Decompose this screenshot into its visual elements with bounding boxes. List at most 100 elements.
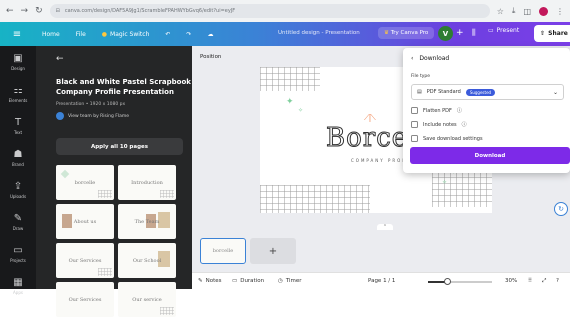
download-panel-title: Download [419, 55, 450, 62]
back-arrow-icon[interactable]: ← [56, 54, 64, 64]
back-arrow-icon[interactable]: ← [6, 6, 14, 16]
rail-label: Brand [12, 162, 24, 167]
canvas-subtitle-text[interactable]: COMPANY PROF [351, 158, 407, 163]
reload-icon[interactable]: ↻ [35, 6, 43, 16]
hamburger-menu-icon[interactable]: ≡ [0, 29, 34, 40]
thumbnail-label: Our Services [68, 296, 102, 303]
share-label: Share [548, 30, 568, 37]
notes-button[interactable]: ✎ Notes [198, 278, 222, 284]
template-thumbnail[interactable]: borcelle [56, 165, 114, 200]
profile-avatar[interactable] [539, 6, 548, 16]
redo-icon: ↷ [186, 30, 192, 38]
insights-chart-icon[interactable]: ⫼ [472, 28, 476, 38]
rail-item-projects[interactable]: ▭ Projects [0, 238, 36, 270]
template-thumbnail[interactable]: Our School [118, 243, 176, 278]
duration-button[interactable]: ▭ Duration [232, 278, 264, 284]
try-canva-pro-button[interactable]: ♛ Try Canva Pro [378, 27, 435, 39]
template-thumbnail[interactable]: Our Services [56, 282, 114, 317]
add-collaborator-icon[interactable]: + [456, 28, 464, 38]
zoom-level[interactable]: 30% [505, 278, 517, 284]
grid-decoration [260, 185, 370, 213]
more-menu-icon[interactable]: ⋮ [556, 7, 564, 16]
template-meta: Presentation • 1920 x 1080 px [56, 102, 126, 107]
rail-item-design[interactable]: ▣ Design [0, 46, 36, 78]
template-thumbnail[interactable]: Our Services [56, 243, 114, 278]
rail-item-text[interactable]: T Text [0, 110, 36, 142]
notes-icon: ✎ [198, 278, 203, 284]
file-type-select[interactable]: ▤ PDF Standard Suggested ⌄ [411, 84, 564, 100]
site-info-icon[interactable]: ⊟ [56, 8, 60, 14]
thumbnail-label: Introduction [131, 179, 163, 186]
bookmark-star-icon[interactable]: ☆ [497, 7, 504, 16]
rail-item-elements[interactable]: ⚏ Elements [0, 78, 36, 110]
help-icon[interactable]: ? [556, 278, 559, 284]
position-button[interactable]: Position [200, 54, 221, 60]
include-notes-checkbox[interactable]: Include notes ⓘ [411, 121, 467, 128]
file-menu-button[interactable]: File [68, 31, 94, 38]
rail-item-uploads[interactable]: ⇪ Uploads [0, 174, 36, 206]
magic-refresh-icon[interactable]: ↻ [554, 202, 568, 216]
apply-all-pages-button[interactable]: Apply all 10 pages [56, 138, 183, 155]
redo-button[interactable]: ↷ [178, 31, 199, 38]
expand-pages-handle[interactable]: ⌃ [377, 224, 393, 230]
template-thumbnail[interactable]: The Team [118, 204, 176, 239]
user-avatar[interactable]: V [438, 26, 453, 41]
thumbnail-label: Our service [132, 296, 162, 303]
browser-toolbar: ← → ↻ ⊟ canva.com/design/DAF5A9Jg1/Scram… [0, 0, 570, 22]
thumbnail-label: About us [73, 218, 97, 225]
apps-icon: ▦ [13, 277, 23, 288]
flatten-pdf-checkbox[interactable]: Flatten PDF ⓘ [411, 107, 462, 114]
text-icon: T [14, 117, 22, 128]
address-bar[interactable]: ⊟ canva.com/design/DAF5A9Jg1/ScrambleFPA… [49, 4, 490, 18]
info-icon[interactable]: ⓘ [457, 107, 462, 114]
page-indicator[interactable]: Page 1 / 1 [368, 278, 395, 284]
present-button[interactable]: ▭ Present [488, 27, 519, 34]
checkbox-label: Include notes [423, 121, 457, 128]
page-thumbnail[interactable]: borcelle [200, 238, 246, 264]
template-thumbnail[interactable]: Introduction [118, 165, 176, 200]
add-page-button[interactable]: + [250, 238, 296, 264]
template-thumbnail[interactable]: About us [56, 204, 114, 239]
download-back-button[interactable]: ‹ Download [411, 55, 449, 62]
info-icon[interactable]: ⓘ [462, 121, 467, 128]
document-title[interactable]: Untitled design - Presentation [278, 30, 360, 36]
undo-icon: ↶ [165, 30, 171, 38]
pdf-file-icon: ▤ [417, 89, 422, 95]
template-team-link[interactable]: View team by Rising Flame [56, 112, 129, 120]
grid-view-icon[interactable]: ⠿ [528, 278, 532, 284]
zoom-slider-knob[interactable] [444, 278, 452, 285]
crown-icon: ♛ [384, 30, 389, 36]
download-button[interactable]: Download [410, 147, 570, 164]
rail-item-apps[interactable]: ▦ Apps [0, 270, 36, 302]
checkbox-box[interactable] [411, 121, 418, 128]
magic-switch-label: Magic Switch [110, 30, 150, 38]
window-icon[interactable]: ◫ [523, 7, 531, 16]
canvas-title-text[interactable]: Borce [325, 123, 408, 154]
checkbox-box[interactable] [411, 135, 418, 142]
forward-arrow-icon[interactable]: → [21, 6, 29, 16]
save-settings-checkbox[interactable]: Save download settings [411, 135, 483, 142]
download-icon[interactable]: ⤓ [512, 6, 516, 16]
home-button[interactable]: Home [34, 31, 68, 38]
zoom-slider[interactable] [428, 278, 492, 285]
rail-label: Projects [10, 258, 26, 263]
undo-button[interactable]: ↶ [157, 31, 178, 38]
editor-topbar: ≡ Home File ● Magic Switch ↶ ↷ ☁ Untitle… [0, 22, 570, 46]
share-button[interactable]: ⇧ Share [534, 25, 570, 42]
magic-switch-button[interactable]: ● Magic Switch [94, 31, 158, 38]
url-text: canva.com/design/DAF5A9Jg1/ScrambleFPAHW… [64, 8, 236, 14]
team-label: View team by Rising Flame [68, 113, 130, 119]
timer-label: Timer [285, 278, 302, 284]
cloud-save-button[interactable]: ☁ [199, 31, 221, 38]
elements-icon: ⚏ [13, 85, 23, 96]
burst-lines-icon: ⟋|⟍ [364, 113, 376, 122]
rail-item-draw[interactable]: ✎ Draw [0, 206, 36, 238]
rail-label: Elements [8, 98, 28, 103]
timer-button[interactable]: ◷ Timer [278, 278, 302, 284]
rail-label: Uploads [9, 194, 27, 199]
template-thumbnail[interactable]: Our service [118, 282, 176, 317]
sparkle-icon: ✦ [286, 97, 294, 107]
checkbox-box[interactable] [411, 107, 418, 114]
fullscreen-icon[interactable]: ⤢ [542, 278, 546, 285]
rail-item-brand[interactable]: ☗ Brand [0, 142, 36, 174]
